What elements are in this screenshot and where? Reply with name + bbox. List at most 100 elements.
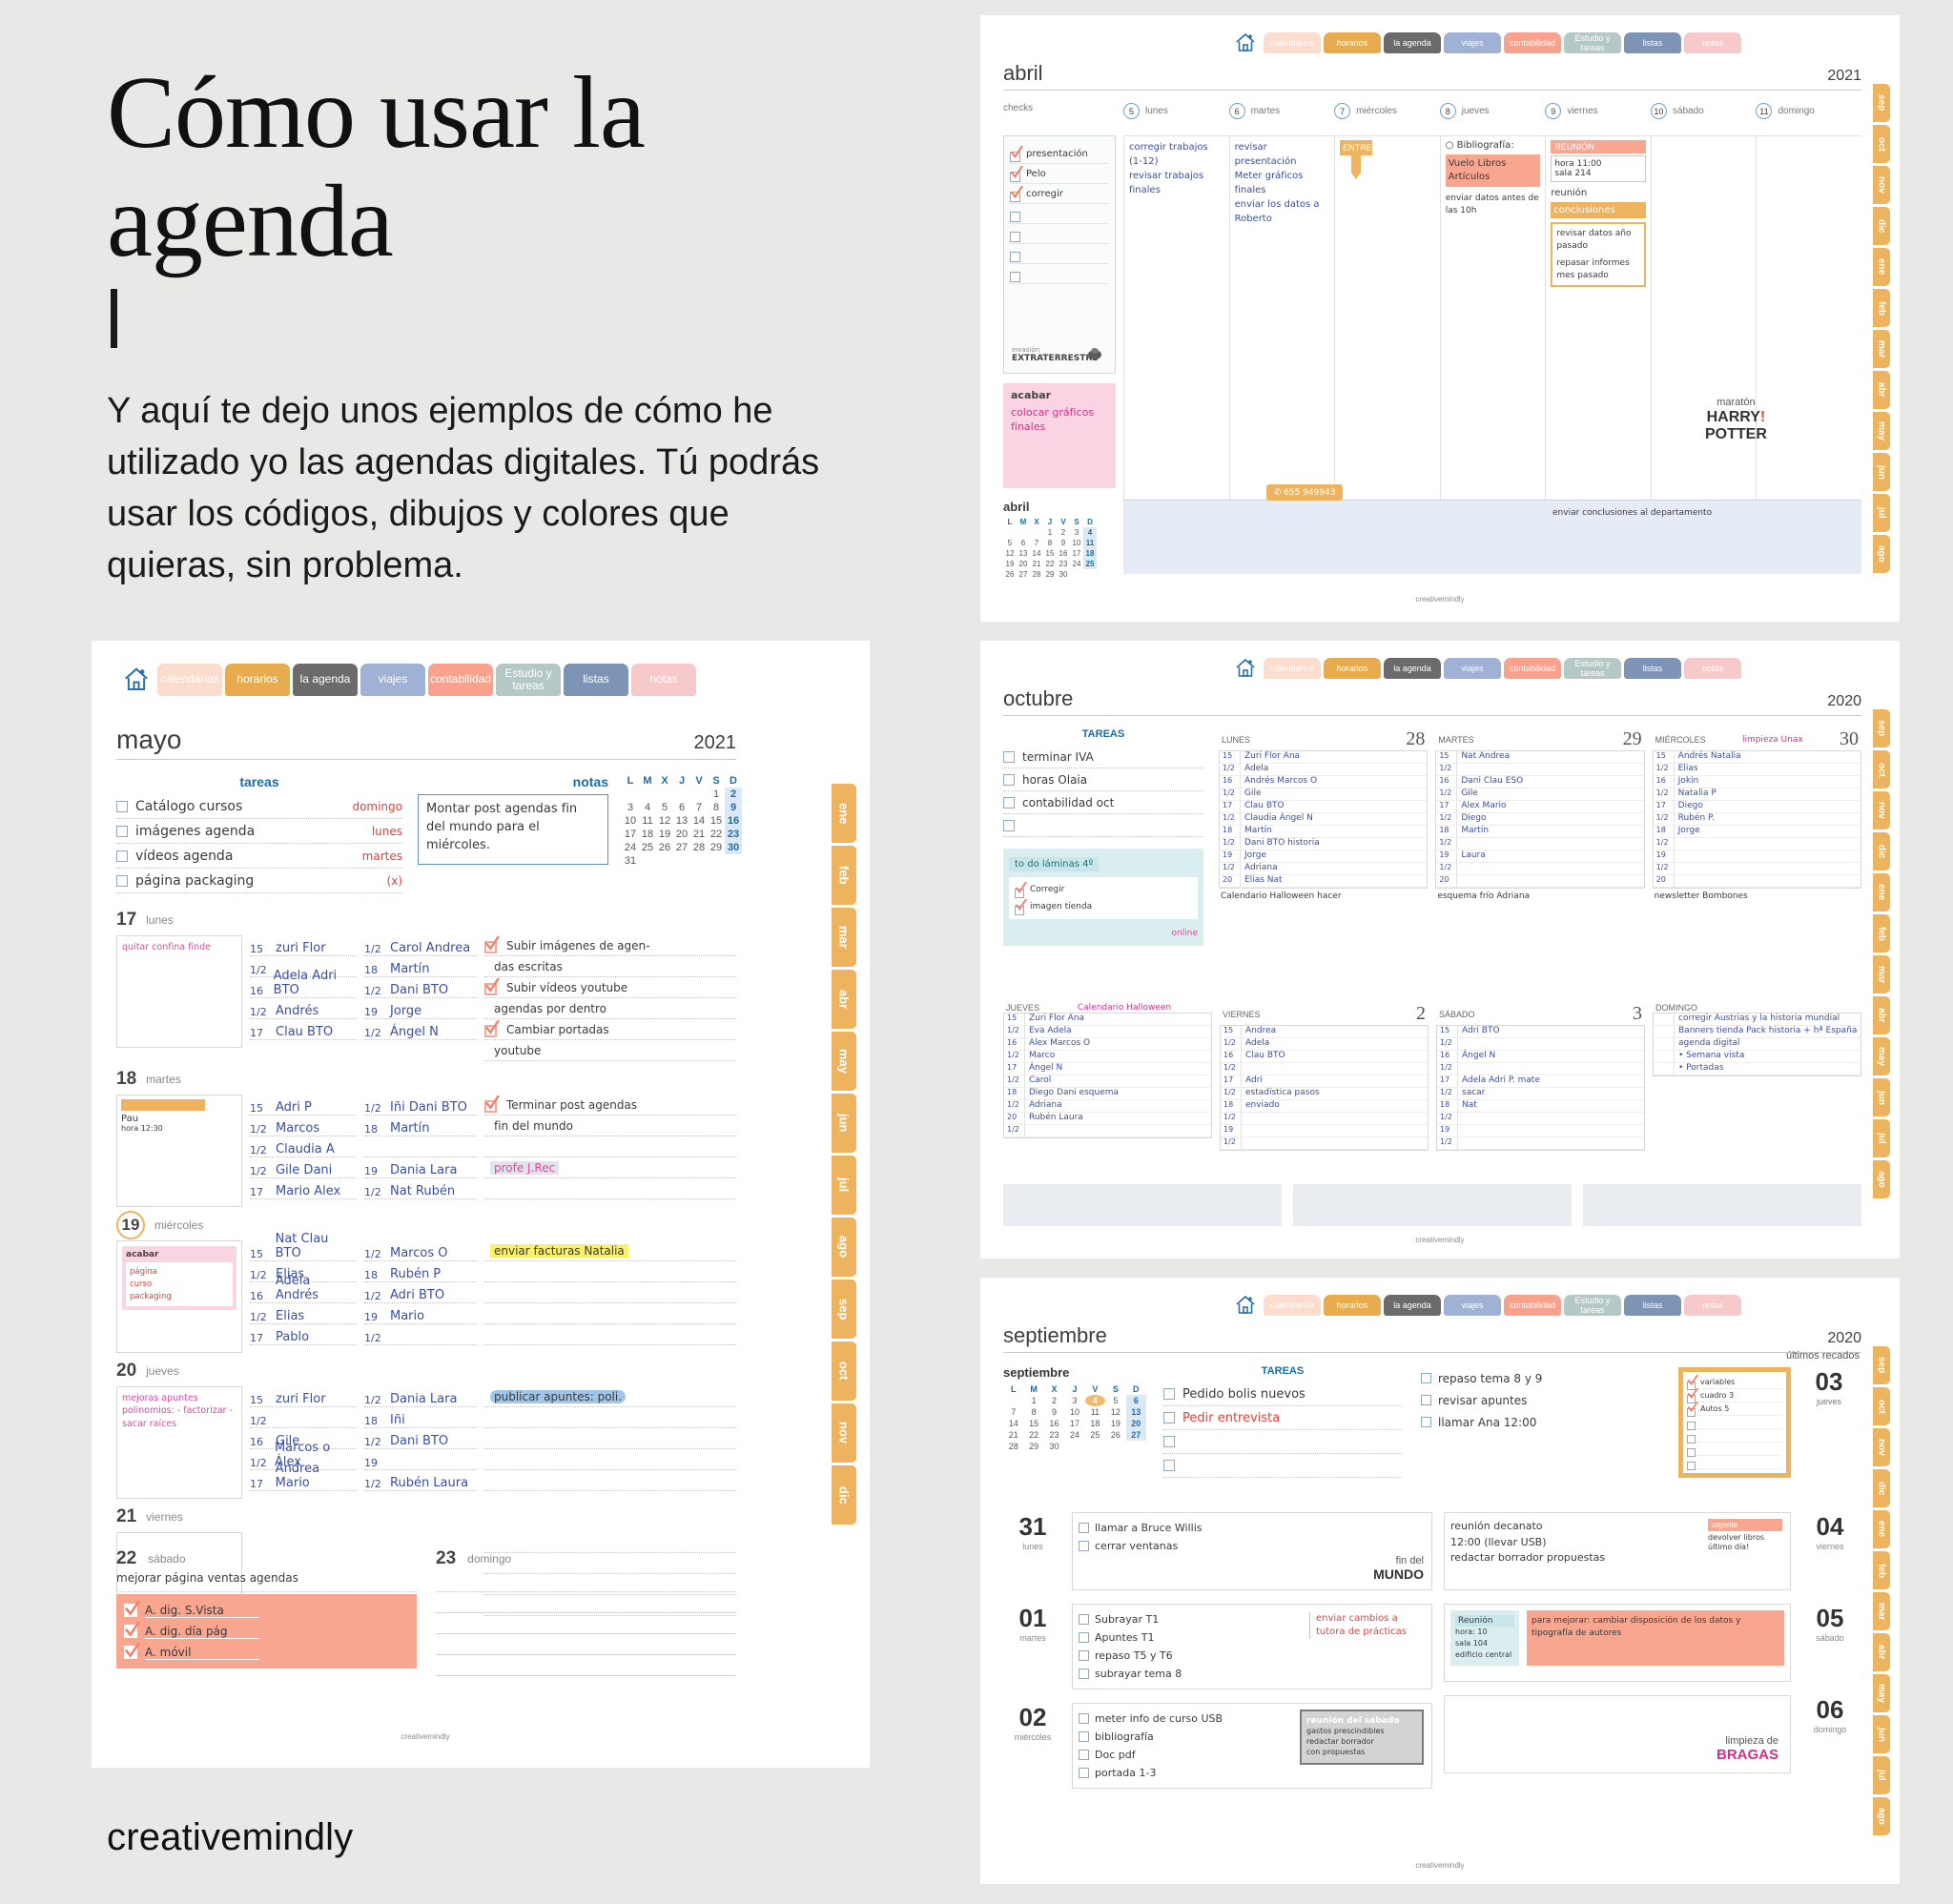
mini-cal-day[interactable]: 14 — [1003, 1418, 1023, 1429]
month-tab-abr[interactable]: abr — [832, 970, 856, 1029]
checklist-row[interactable]: A. dig. día pág — [124, 1621, 409, 1642]
mini-cal-day[interactable] — [1030, 527, 1043, 538]
mini-cal-day[interactable]: 19 — [656, 828, 673, 841]
schedule-row[interactable]: 1/2 Gile — [1436, 788, 1644, 801]
mini-cal-day[interactable]: 23 — [1044, 1429, 1064, 1441]
month-tab-jun[interactable]: jun — [832, 1094, 856, 1153]
mini-cal-day[interactable]: 2 — [725, 788, 742, 801]
mini-cal-day[interactable]: 22 — [1023, 1429, 1043, 1441]
checkbox-icon[interactable] — [116, 825, 128, 837]
mini-cal-day[interactable]: 21 — [690, 828, 708, 841]
checkbox-icon[interactable] — [1010, 231, 1020, 242]
note-line[interactable]: Subir imágenes de agen- — [484, 935, 736, 956]
tab-calendarios[interactable]: calendarios — [157, 664, 222, 696]
notas-box[interactable]: Montar post agendas fin del mundo para e… — [418, 794, 608, 865]
schedule-row[interactable]: corregir Austrias y la historia mundial — [1654, 1013, 1860, 1026]
mini-cal-day[interactable]: 30 — [725, 841, 742, 854]
mini-cal-day[interactable]: 16 — [725, 814, 742, 828]
mini-cal-day[interactable]: 19 — [1003, 559, 1017, 569]
schedule-row[interactable]: 18 Rubén P — [364, 1261, 477, 1282]
schedule-row[interactable]: 18 enviado — [1221, 1100, 1428, 1113]
tab-contabilidad[interactable]: contabilidad — [1504, 1295, 1561, 1316]
check-row[interactable] — [1010, 244, 1109, 264]
month-tab-jul[interactable]: jul — [832, 1156, 856, 1215]
schedule-row[interactable]: 19 — [364, 1449, 477, 1470]
mini-cal-day[interactable]: 1 — [708, 788, 725, 801]
tabbar-septiembre[interactable]: calendarios horarios la agenda viajes contab… — [1230, 1295, 1741, 1316]
mini-cal-day[interactable]: 26 — [1105, 1429, 1125, 1441]
tareas-list[interactable]: terminar IVA horas Olaia contabilidad oc… — [1003, 746, 1203, 837]
mini-cal-day[interactable]: 16 — [1044, 1418, 1064, 1429]
tab-contabilidad[interactable]: contabilidad — [428, 664, 493, 696]
mini-cal-day[interactable]: 24 — [1064, 1429, 1084, 1441]
mini-calendar-abril[interactable]: L M X J V S D 1 2 3 4 5 6 7 8 9 10 11 12 13 14 15 16 17 18 19 20 21… — [1003, 517, 1097, 580]
note-line[interactable]: profe J.Rec — [484, 1157, 736, 1178]
mini-cal-day[interactable]: 6 — [1125, 1395, 1146, 1406]
mini-cal-day[interactable]: 9 — [1057, 538, 1070, 548]
schedule-row[interactable]: 15 Adri P — [250, 1095, 357, 1116]
schedule-row[interactable]: 19 Jorge — [1220, 850, 1428, 863]
checkbox-icon[interactable] — [1079, 1614, 1089, 1625]
home-icon[interactable] — [1234, 1294, 1257, 1317]
checkbox-icon[interactable] — [1421, 1395, 1431, 1405]
schedule-row[interactable]: 15 zuri Flor — [250, 1386, 357, 1407]
checkbox-icon[interactable] — [1687, 1462, 1696, 1471]
schedule-row[interactable]: 1/2 — [1436, 764, 1644, 776]
month-tab-feb[interactable]: feb — [1873, 914, 1890, 952]
schedule-row[interactable]: 1/2 — [1437, 1113, 1644, 1125]
tabbar-mayo[interactable]: calendarios horarios la agenda viajes contab… — [118, 664, 696, 696]
schedule-row[interactable]: 19 — [1221, 1125, 1428, 1137]
schedule-row[interactable]: 1/2 Ángel N — [364, 1019, 477, 1040]
tareas-list[interactable]: Pedido bolis nuevos Pedir entrevista — [1163, 1382, 1402, 1478]
todo-row[interactable]: Corregir — [1015, 881, 1192, 898]
tarea-row[interactable] — [1003, 814, 1203, 837]
mini-cal-day[interactable] — [1017, 527, 1030, 538]
tab-horarios[interactable]: horarios — [225, 664, 290, 696]
mini-cal-day[interactable] — [639, 788, 656, 801]
mini-cal-day[interactable]: 17 — [1064, 1418, 1084, 1429]
mini-cal-day[interactable]: 6 — [1017, 538, 1030, 548]
recados-list[interactable]: repaso tema 8 y 9 revisar apuntes llamar… — [1421, 1367, 1671, 1478]
note-line[interactable]: agendas por dentro — [484, 998, 736, 1019]
month-tab-ago[interactable]: ago — [1873, 1797, 1890, 1835]
checkbox-icon[interactable] — [1010, 251, 1020, 262]
tab-listas[interactable]: listas — [1624, 32, 1681, 53]
mini-cal-day[interactable]: 31 — [622, 854, 639, 868]
tarea-row[interactable]: horas Olaia — [1003, 768, 1203, 791]
note-line[interactable]: enviar facturas Natalia — [484, 1240, 736, 1261]
reunion-card[interactable]: Reunión hora: 10 sala 104 edificio central — [1450, 1610, 1519, 1666]
day-content-box[interactable]: meter info de curso USB bibliografía Doc… — [1072, 1703, 1432, 1789]
schedule-row[interactable]: 1/2 Marco — [1004, 1051, 1211, 1063]
month-tab-jul[interactable]: jul — [1873, 494, 1890, 532]
mini-cal-day[interactable]: 18 — [1083, 548, 1097, 559]
mini-cal-day[interactable]: 1 — [1043, 527, 1057, 538]
checkbox-icon[interactable] — [1163, 1388, 1175, 1400]
month-tab-mar[interactable]: mar — [832, 908, 856, 967]
home-button[interactable] — [1230, 658, 1261, 679]
schedule-row[interactable]: 17 Mario Alex — [250, 1178, 357, 1199]
mini-cal-day[interactable]: 2 — [1044, 1395, 1064, 1406]
checkbox-icon[interactable] — [1079, 1750, 1089, 1760]
mini-cal-day[interactable]: 20 — [1125, 1418, 1146, 1429]
mini-cal-day[interactable] — [656, 854, 673, 868]
day-item[interactable]: portada 1-3 — [1079, 1764, 1426, 1782]
tarea-row[interactable]: Pedido bolis nuevos — [1163, 1382, 1402, 1406]
day-content-box[interactable]: Subrayar T1 Apuntes T1 repaso T5 y T6 su… — [1072, 1604, 1432, 1689]
schedule-row[interactable]: 18 Iñi — [364, 1407, 477, 1428]
month-tab-nov[interactable]: nov — [1873, 1428, 1890, 1466]
schedule-row[interactable]: 15 Nat Andrea — [1436, 751, 1644, 764]
schedule-row[interactable]: 1/2 Eva Adela — [1004, 1026, 1211, 1038]
month-tab-dic[interactable]: dic — [1873, 1469, 1890, 1507]
check-row[interactable]: Pelo — [1010, 164, 1109, 184]
month-side-tabs[interactable]: ene feb mar abr may jun jul ago sep oct nov dic — [832, 784, 856, 1525]
schedule-row[interactable]: 15 Zuri Flor Ana — [1220, 751, 1428, 764]
recado-card-row[interactable] — [1687, 1416, 1782, 1431]
mini-cal-day[interactable]: 27 — [1017, 569, 1030, 580]
acabar-card[interactable]: acabar colocar gráficos finales — [1003, 383, 1116, 488]
day-item[interactable]: subrayar tema 8 — [1079, 1665, 1426, 1683]
mini-cal-day[interactable] — [673, 788, 690, 801]
checkbox-icon[interactable] — [1003, 819, 1015, 831]
checkbox-icon[interactable] — [1687, 1435, 1696, 1444]
checkbox-icon[interactable] — [1687, 1448, 1696, 1458]
mini-cal-day[interactable] — [656, 788, 673, 801]
